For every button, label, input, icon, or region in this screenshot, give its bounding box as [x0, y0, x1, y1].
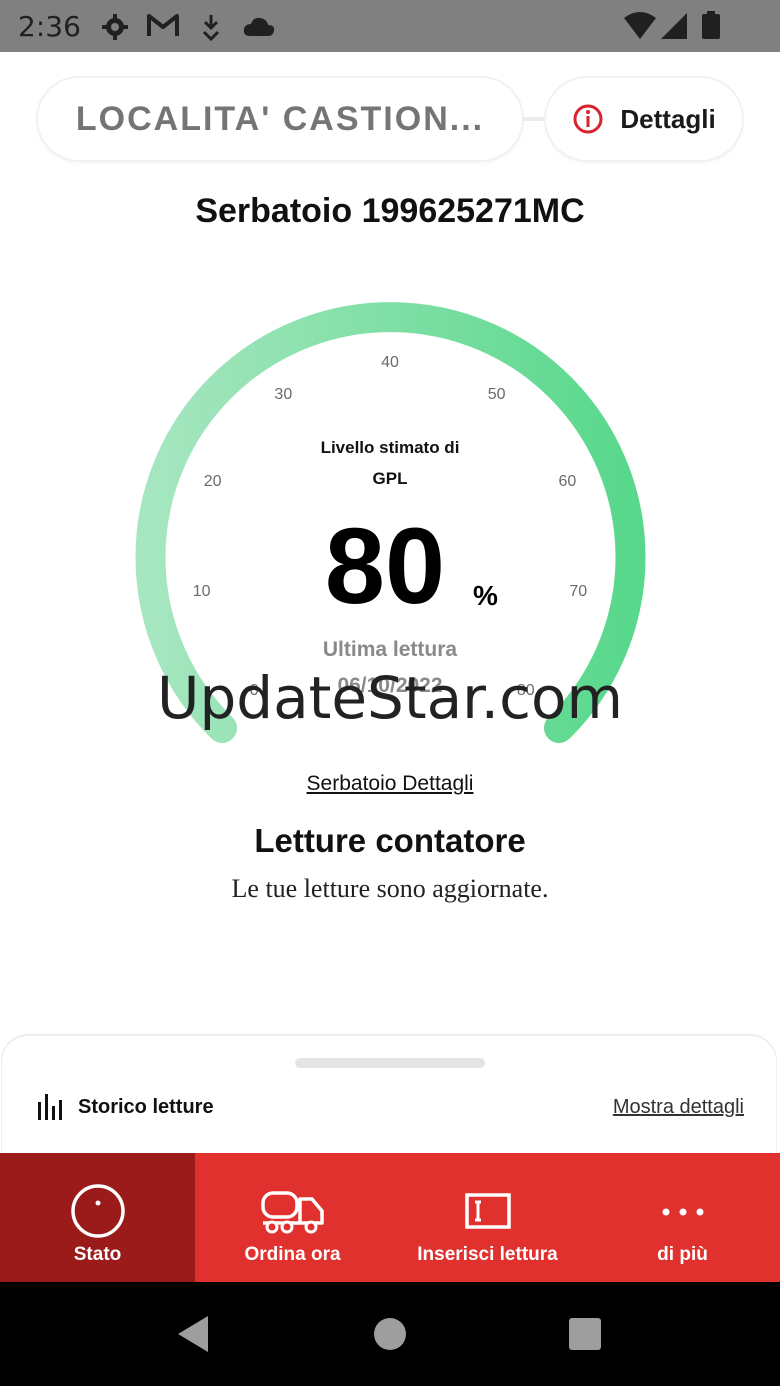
gauge-tick-label: 70	[569, 583, 588, 601]
meter-input-icon	[464, 1193, 511, 1229]
details-label: Dettagli	[620, 103, 716, 134]
nav-tab-ordina[interactable]: Ordina ora	[195, 1153, 390, 1282]
location-name: LOCALITA' CASTION...	[75, 99, 485, 138]
gauge-caption-line2: GPL	[372, 469, 408, 488]
gauge-tick-label: 10	[192, 583, 211, 601]
settings-icon	[102, 14, 128, 40]
nav-tab-inserisci[interactable]: Inserisci lettura	[390, 1153, 585, 1282]
nav-tab-more[interactable]: di più	[585, 1153, 780, 1282]
nav-tab-stato[interactable]: Stato	[0, 1153, 195, 1282]
details-button[interactable]: Dettagli	[546, 78, 742, 160]
location-selector[interactable]: LOCALITA' CASTION...	[38, 78, 522, 160]
pill-connector	[522, 117, 546, 121]
tank-title: Serbatoio 199625271MC	[195, 192, 585, 230]
download-icon	[202, 15, 220, 42]
nav-label: Inserisci lettura	[417, 1244, 558, 1265]
home-icon[interactable]	[372, 1316, 408, 1352]
nav-label: di più	[657, 1244, 708, 1265]
nav-label: Stato	[73, 1244, 122, 1265]
gauge-unit: %	[473, 580, 498, 611]
gauge-tick-label: 50	[487, 386, 506, 404]
bar-chart-icon	[38, 1094, 62, 1120]
cloud-icon	[243, 17, 275, 36]
readings-title: Letture contatore	[254, 822, 526, 859]
wifi-icon	[624, 12, 656, 39]
gauge-tick-label: 30	[274, 386, 293, 404]
gauge-value: 80	[324, 505, 446, 626]
readings-subtitle: Le tue letture sono aggiornate.	[231, 874, 549, 903]
status-bar: 2:36	[0, 0, 780, 52]
bottom-navigation: Stato Ordina ora Inserisci lettura di pi…	[0, 1153, 780, 1282]
history-label: Storico letture	[78, 1095, 214, 1118]
truck-icon	[260, 1191, 324, 1234]
sheet-drag-handle[interactable]	[295, 1058, 485, 1068]
gmail-icon	[147, 14, 179, 36]
battery-icon	[702, 11, 720, 39]
gauge-icon	[70, 1184, 125, 1238]
watermark: UpdateStar.com	[157, 664, 623, 732]
gauge-tick-label: 40	[381, 354, 399, 371]
last-reading-label: Ultima lettura	[322, 638, 458, 661]
status-time: 2:36	[18, 10, 81, 43]
recents-icon[interactable]	[567, 1316, 603, 1352]
gauge-caption-line1: Livello stimato di	[320, 438, 460, 457]
show-details-link[interactable]: Mostra dettagli	[613, 1096, 744, 1119]
back-icon[interactable]	[174, 1314, 214, 1354]
more-dots-icon	[662, 1208, 703, 1216]
nav-label: Ordina ora	[244, 1244, 341, 1265]
signal-icon	[661, 13, 687, 39]
info-icon	[573, 104, 603, 134]
tank-details-link[interactable]: Serbatoio Dettagli	[0, 772, 780, 796]
system-navigation	[0, 1282, 780, 1386]
history-header: Storico letture	[36, 1092, 214, 1122]
